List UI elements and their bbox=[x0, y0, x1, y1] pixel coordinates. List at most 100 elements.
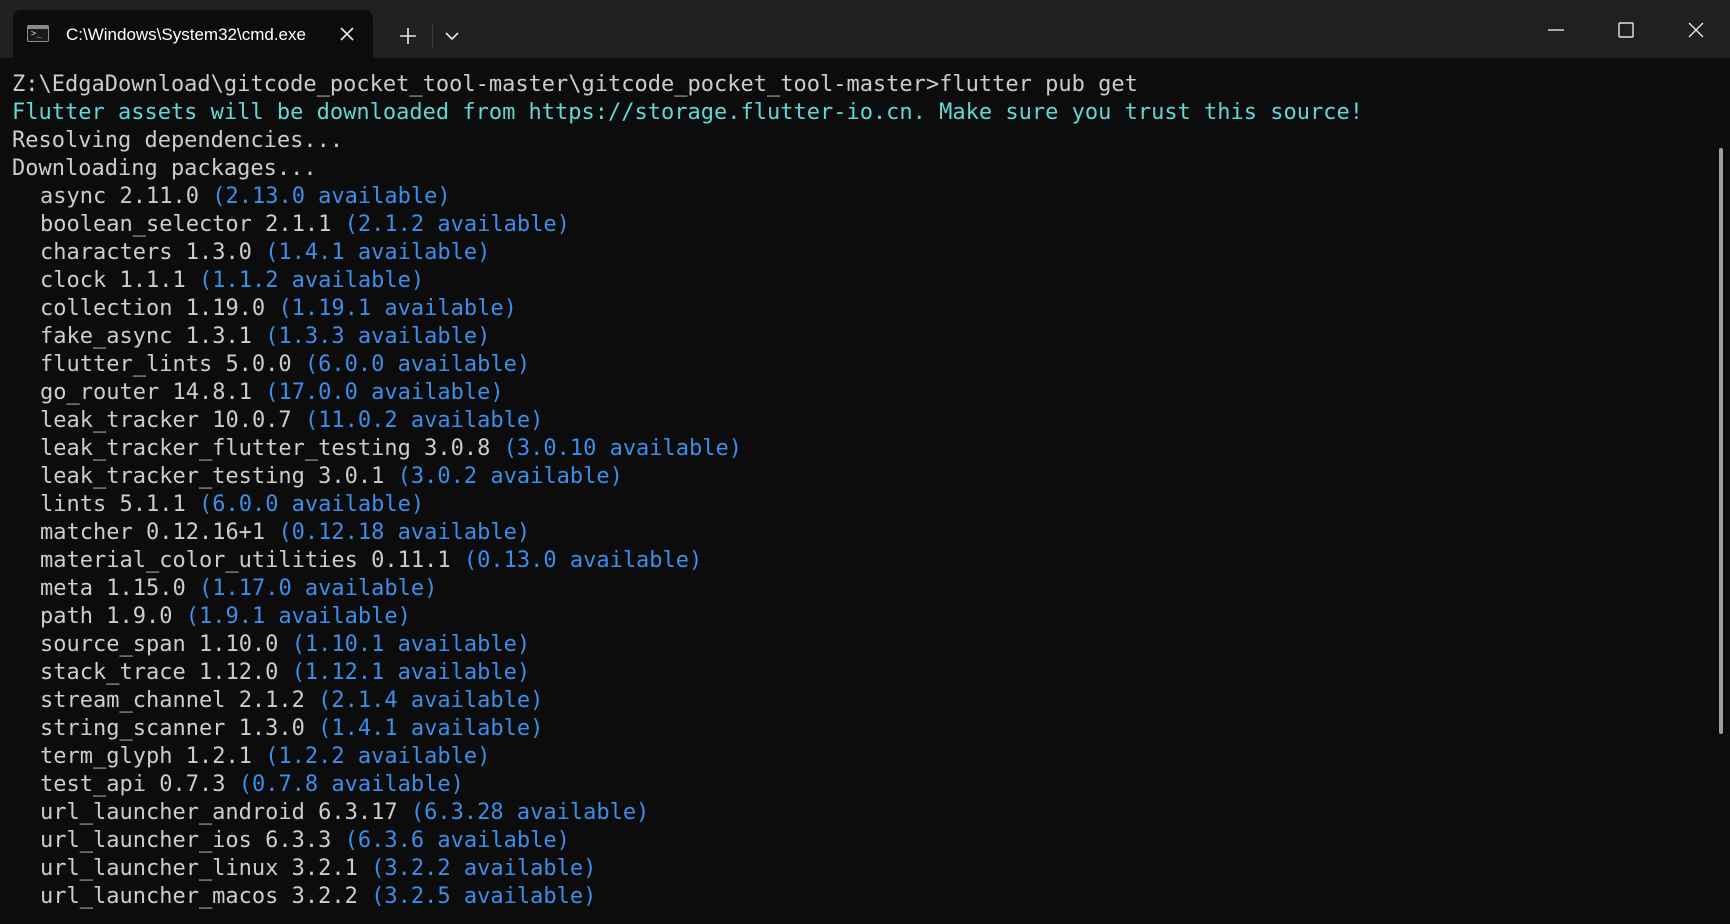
package-name: leak_tracker_flutter_testing bbox=[40, 436, 411, 461]
tab-close-button[interactable] bbox=[333, 20, 361, 48]
package-name: boolean_selector bbox=[40, 212, 252, 237]
package-available: (3.2.5 available) bbox=[371, 884, 597, 909]
package-available: (6.3.6 available) bbox=[344, 828, 570, 853]
package-available: (1.10.1 available) bbox=[291, 632, 531, 657]
package-line: leak_tracker_flutter_testing 3.0.8 (3.0.… bbox=[40, 435, 742, 463]
package-version: 1.10.0 bbox=[198, 632, 279, 657]
package-version: 14.8.1 bbox=[172, 380, 252, 405]
package-name: go_router bbox=[40, 380, 160, 405]
chevron-down-icon bbox=[445, 32, 459, 41]
package-version: 5.0.0 bbox=[225, 352, 292, 377]
scrollbar-thumb[interactable] bbox=[1719, 148, 1723, 734]
package-name: path bbox=[40, 604, 93, 629]
package-name: leak_tracker bbox=[40, 408, 199, 433]
package-line: clock 1.1.1 (1.1.2 available) bbox=[40, 267, 424, 295]
tab-cmd[interactable]: >_ C:\Windows\System32\cmd.exe bbox=[13, 10, 373, 58]
package-version: 1.3.1 bbox=[185, 324, 252, 349]
package-line: meta 1.15.0 (1.17.0 available) bbox=[40, 575, 437, 603]
package-version: 3.0.8 bbox=[424, 436, 491, 461]
minimize-button[interactable] bbox=[1522, 0, 1592, 58]
package-available: (1.2.2 available) bbox=[265, 744, 491, 769]
package-version: 6.3.17 bbox=[318, 800, 398, 825]
command-line: Z:\EdgaDownload\gitcode_pocket_tool-mast… bbox=[12, 72, 1138, 97]
package-available: (1.3.3 available) bbox=[265, 324, 491, 349]
package-available: (1.9.1 available) bbox=[185, 604, 411, 629]
package-line: url_launcher_macos 3.2.2 (3.2.5 availabl… bbox=[40, 883, 596, 911]
package-available: (3.0.10 available) bbox=[503, 436, 743, 461]
package-available: (6.0.0 available) bbox=[198, 492, 425, 517]
package-name: string_scanner bbox=[40, 716, 226, 741]
package-line: go_router 14.8.1 (17.0.0 available) bbox=[40, 379, 504, 407]
package-name: clock bbox=[40, 268, 107, 293]
close-window-button[interactable] bbox=[1662, 0, 1730, 58]
package-available: (2.13.0 available) bbox=[212, 184, 451, 209]
package-version: 1.2.1 bbox=[185, 744, 252, 769]
package-version: 0.7.3 bbox=[159, 772, 226, 797]
package-available: (1.12.1 available) bbox=[291, 660, 531, 685]
package-available: (0.7.8 available) bbox=[238, 772, 464, 797]
terminal-icon: >_ bbox=[27, 25, 49, 42]
tab-dropdown-button[interactable] bbox=[436, 18, 468, 54]
new-tab-button[interactable] bbox=[390, 18, 426, 54]
package-line: fake_async 1.3.1 (1.3.3 available) bbox=[40, 323, 490, 351]
maximize-button[interactable] bbox=[1592, 0, 1662, 58]
package-version: 10.0.7 bbox=[212, 408, 292, 433]
package-available: (2.1.2 available) bbox=[344, 212, 570, 237]
package-version: 1.3.0 bbox=[185, 240, 252, 265]
minimize-icon bbox=[1548, 29, 1564, 31]
package-version: 1.1.1 bbox=[119, 268, 186, 293]
package-version: 1.9.0 bbox=[106, 604, 173, 629]
package-name: flutter_lints bbox=[40, 352, 213, 377]
terminal-output[interactable]: Z:\EdgaDownload\gitcode_pocket_tool-mast… bbox=[0, 58, 1720, 924]
terminal-icon-glyph: >_ bbox=[31, 29, 42, 39]
package-available: (1.4.1 available) bbox=[265, 240, 491, 265]
package-name: stream_channel bbox=[40, 688, 226, 713]
tab-title: C:\Windows\System32\cmd.exe bbox=[66, 25, 306, 44]
package-version: 3.2.2 bbox=[291, 884, 358, 909]
package-name: lints bbox=[40, 492, 107, 517]
package-name: collection bbox=[40, 296, 173, 321]
status-line: Resolving dependencies... bbox=[12, 128, 344, 153]
package-line: material_color_utilities 0.11.1 (0.13.0 … bbox=[40, 547, 702, 575]
package-line: stream_channel 2.1.2 (2.1.4 available) bbox=[40, 687, 543, 715]
package-name: meta bbox=[40, 576, 93, 601]
plus-icon bbox=[400, 28, 416, 44]
package-name: url_launcher_ios bbox=[40, 828, 252, 853]
package-line: test_api 0.7.3 (0.7.8 available) bbox=[40, 771, 464, 799]
package-name: term_glyph bbox=[40, 744, 173, 769]
package-available: (0.13.0 available) bbox=[463, 548, 703, 573]
package-version: 3.2.1 bbox=[291, 856, 358, 881]
close-icon bbox=[340, 27, 354, 41]
package-name: url_launcher_android bbox=[40, 800, 305, 825]
package-line: term_glyph 1.2.1 (1.2.2 available) bbox=[40, 743, 490, 771]
terminal-window: >_ C:\Windows\System32\cmd.exe Z:\EdgaDo… bbox=[0, 0, 1730, 924]
package-name: leak_tracker_testing bbox=[40, 464, 305, 489]
package-name: stack_trace bbox=[40, 660, 186, 685]
package-line: lints 5.1.1 (6.0.0 available) bbox=[40, 491, 424, 519]
status-line: Downloading packages... bbox=[12, 156, 317, 181]
package-available: (3.2.2 available) bbox=[371, 856, 597, 881]
package-version: 2.1.1 bbox=[265, 212, 332, 237]
package-available: (1.17.0 available) bbox=[198, 576, 438, 601]
package-name: fake_async bbox=[40, 324, 173, 349]
package-available: (3.0.2 available) bbox=[397, 464, 623, 489]
package-name: material_color_utilities bbox=[40, 548, 358, 573]
close-icon bbox=[1688, 22, 1704, 38]
package-version: 2.11.0 bbox=[119, 184, 199, 209]
title-bar[interactable]: >_ C:\Windows\System32\cmd.exe bbox=[0, 0, 1730, 58]
package-line: stack_trace 1.12.0 (1.12.1 available) bbox=[40, 659, 530, 687]
package-line: boolean_selector 2.1.1 (2.1.2 available) bbox=[40, 211, 570, 239]
package-version: 2.1.2 bbox=[238, 688, 305, 713]
package-name: matcher bbox=[40, 520, 133, 545]
package-available: (2.1.4 available) bbox=[318, 688, 544, 713]
package-available: (6.3.28 available) bbox=[410, 800, 650, 825]
package-version: 3.0.1 bbox=[318, 464, 385, 489]
package-line: url_launcher_linux 3.2.1 (3.2.2 availabl… bbox=[40, 855, 596, 883]
package-line: string_scanner 1.3.0 (1.4.1 available) bbox=[40, 715, 543, 743]
package-name: characters bbox=[40, 240, 173, 265]
package-line: async 2.11.0 (2.13.0 available) bbox=[40, 183, 451, 211]
package-name: async bbox=[40, 184, 107, 209]
package-available: (17.0.0 available) bbox=[265, 380, 504, 405]
package-line: path 1.9.0 (1.9.1 available) bbox=[40, 603, 411, 631]
package-name: url_launcher_macos bbox=[40, 884, 279, 909]
